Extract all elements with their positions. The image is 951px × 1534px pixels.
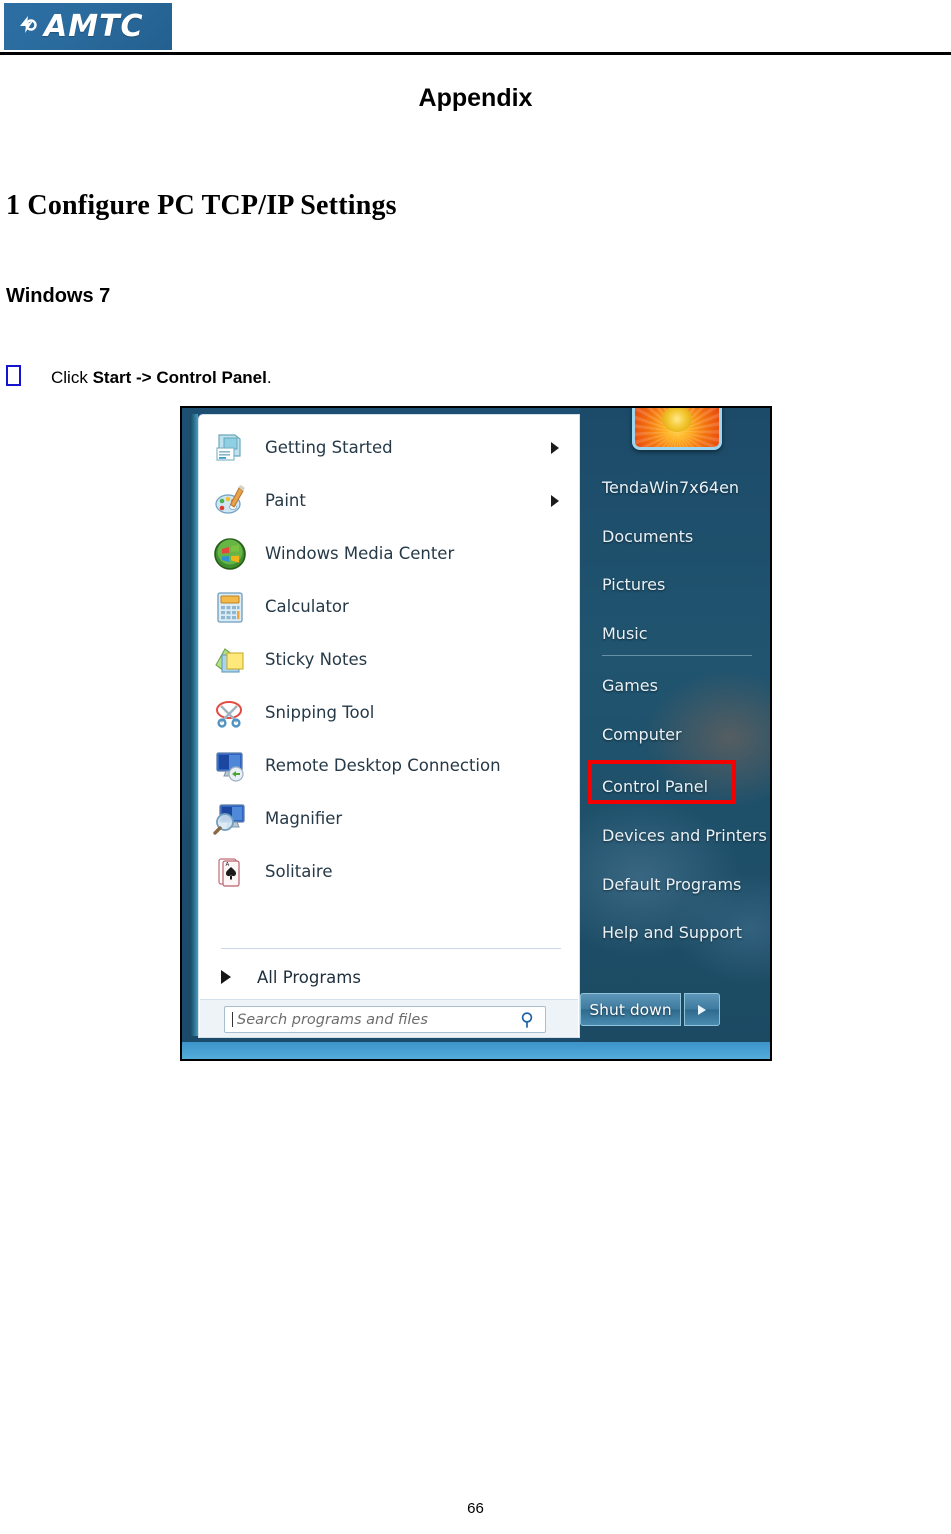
shutdown-control: Shut down [580,993,720,1026]
search-placeholder: Search programs and files [237,1011,428,1028]
start-menu-item-label: Remote Desktop Connection [265,756,501,775]
start-menu-right-panel: TendaWin7x64en Documents Pictures Music … [580,408,770,1042]
section-heading: 1 Configure PC TCP/IP Settings [6,190,397,221]
getting-started-icon [213,431,247,465]
search-icon[interactable] [520,1011,536,1028]
start-menu-left-panel: Getting Started Paint Windows Media Cent… [198,414,580,1038]
windows-media-center-icon [213,537,247,571]
svg-text:A: A [226,862,230,868]
start-menu-item-label: Solitaire [265,862,333,881]
start-menu-right-item-label: Documents [602,527,694,546]
start-menu-right-item-label: Computer [602,725,682,744]
start-menu-right-item-pictures[interactable]: Pictures [580,560,770,609]
start-menu-bottom-bar [182,1042,770,1059]
sticky-notes-icon [213,643,247,677]
start-menu-item-sticky-notes[interactable]: Sticky Notes [199,633,579,686]
start-menu-right-item-label: Devices and Printers [602,826,767,845]
start-menu-right-item-computer[interactable]: Computer [580,710,770,759]
start-menu-item-getting-started[interactable]: Getting Started [199,421,579,474]
start-menu-item-paint[interactable]: Paint [199,474,579,527]
header-divider [0,52,951,55]
page-title: Appendix [418,84,533,112]
start-menu-item-magnifier[interactable]: Magnifier [199,792,579,845]
start-menu-right-item-label: Games [602,676,658,695]
subsection-heading: Windows 7 [6,285,111,307]
triangle-right-icon [221,970,231,984]
all-programs-button[interactable]: All Programs [199,955,579,999]
start-menu-item-label: Getting Started [265,438,393,457]
start-menu-right-divider [602,655,752,656]
start-menu-right-item-label: Music [602,624,648,643]
step-instruction: Click Start -> Control Panel. [6,365,272,388]
start-menu-right-item-music[interactable]: Music [580,609,770,658]
start-menu-right-item-user[interactable]: TendaWin7x64en [580,463,770,512]
chevron-right-icon [551,441,559,454]
start-menu-right-item-label: Pictures [602,575,666,594]
start-menu-item-remote-desktop-connection[interactable]: Remote Desktop Connection [199,739,579,792]
solitaire-icon: A [213,855,247,889]
start-menu-right-item-label: Help and Support [602,923,742,942]
shutdown-options-button[interactable] [684,993,720,1026]
control-panel-highlight-box [588,760,736,804]
bullet-missing-glyph-icon [6,365,21,386]
text-caret [232,1012,233,1027]
amtc-logo: AMTC [4,3,172,50]
paint-icon [213,484,247,518]
start-menu-right-item-games[interactable]: Games [580,661,770,710]
start-menu-item-solitaire[interactable]: A Solitaire [199,845,579,898]
step-text-prefix: Click [51,368,93,387]
amtc-logo-text: AMTC [44,9,144,44]
magnifier-icon [213,802,247,836]
start-menu-item-label: Paint [265,491,306,510]
start-menu-item-label: Calculator [265,597,349,616]
chevron-right-icon [551,494,559,507]
start-menu-item-calculator[interactable]: Calculator [199,580,579,633]
snipping-tool-icon [213,696,247,730]
chevron-right-icon [698,1004,706,1015]
page-number: 66 [467,1500,484,1517]
remote-desktop-icon [213,749,247,783]
start-menu-right-item-devices-and-printers[interactable]: Devices and Printers [580,811,770,860]
start-menu-left-divider [221,948,561,949]
start-menu-left-edge [190,414,198,1036]
user-avatar[interactable] [632,408,722,450]
start-menu-item-label: Snipping Tool [265,703,375,722]
start-menu-right-item-label: TendaWin7x64en [602,478,740,497]
start-menu-item-windows-media-center[interactable]: Windows Media Center [199,527,579,580]
all-programs-label: All Programs [257,967,361,987]
step-text-suffix: . [266,368,272,387]
start-menu-item-label: Sticky Notes [265,650,368,669]
shutdown-button[interactable]: Shut down [580,993,681,1026]
start-menu-inner: Getting Started Paint Windows Media Cent… [182,408,770,1059]
start-menu-right-item-label: Default Programs [602,875,742,894]
start-menu-right-item-help-and-support[interactable]: Help and Support [580,908,770,957]
calculator-icon [213,590,247,624]
start-menu-item-label: Windows Media Center [265,544,455,563]
start-menu-item-label: Magnifier [265,809,343,828]
start-menu-search-zone: Search programs and files [200,999,578,1037]
start-menu-item-snipping-tool[interactable]: Snipping Tool [199,686,579,739]
start-menu-right-item-documents[interactable]: Documents [580,512,770,561]
start-menu-screenshot: Getting Started Paint Windows Media Cent… [180,406,772,1061]
page-header: AMTC [0,0,951,56]
search-input[interactable]: Search programs and files [224,1006,546,1033]
step-text-bold: Start -> Control Panel [92,368,267,387]
start-menu-right-item-default-programs[interactable]: Default Programs [580,860,770,909]
amtc-logo-mark [20,16,37,33]
